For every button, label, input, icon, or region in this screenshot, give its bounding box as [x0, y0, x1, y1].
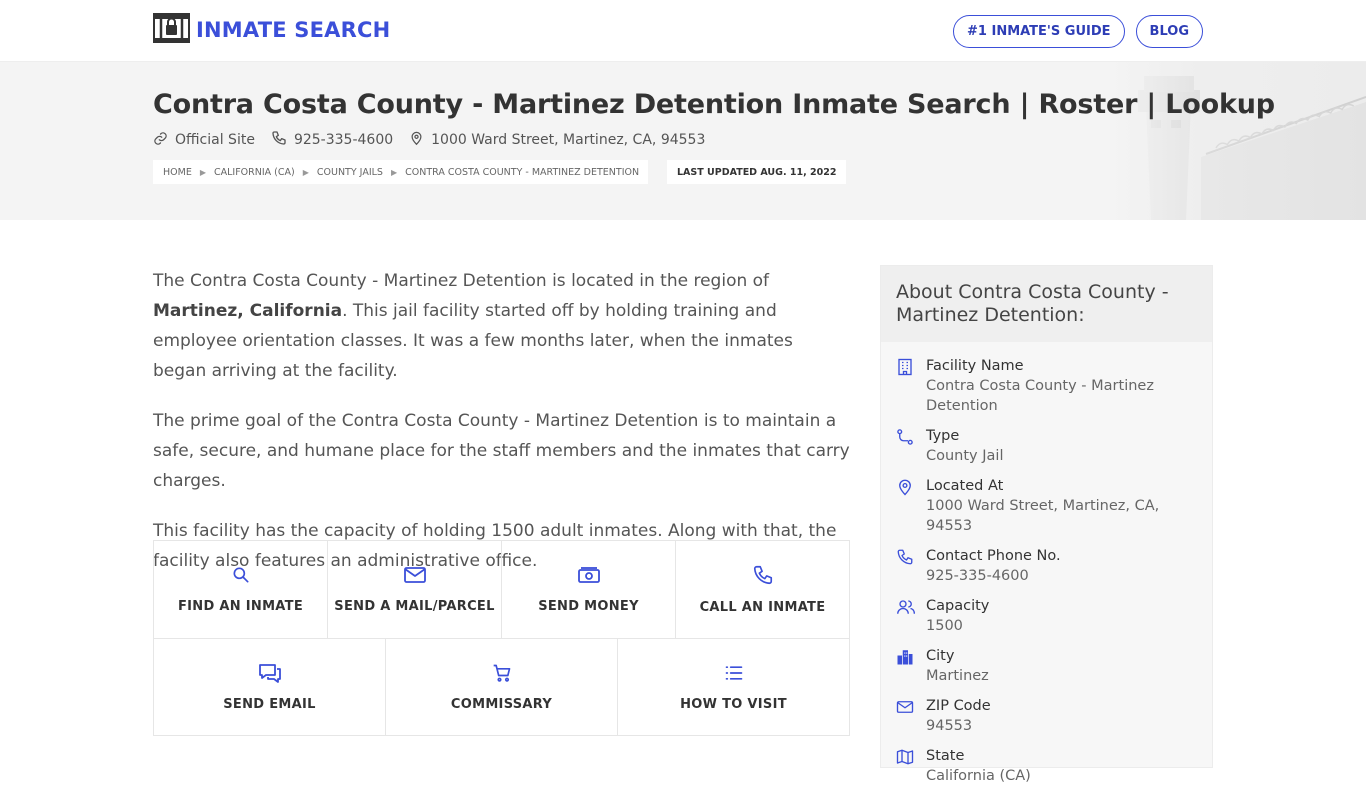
page-title: Contra Costa County - Martinez Detention…: [153, 89, 1275, 120]
info-label: City: [926, 648, 955, 664]
location-pin-icon: [409, 130, 424, 150]
brand-name: INMATE SEARCH: [196, 18, 391, 42]
official-site-label: Official Site: [175, 132, 255, 148]
money-icon: [577, 565, 601, 589]
info-label: Contact Phone No.: [926, 548, 1061, 564]
link-icon: [153, 131, 168, 150]
top-navbar: INMATE SEARCH #1 INMATE'S GUIDE BLOG: [0, 0, 1366, 62]
send-email-label: SEND EMAIL: [223, 697, 316, 712]
send-money-label: SEND MONEY: [538, 599, 639, 614]
breadcrumb-current[interactable]: CONTRA COSTA COUNTY - MARTINEZ DETENTION: [405, 167, 639, 178]
goal-paragraph: The prime goal of the Contra Costa Count…: [153, 411, 850, 491]
call-inmate-action[interactable]: CALL AN INMATE: [676, 541, 849, 638]
address-item: 1000 Ward Street, Martinez, CA, 94553: [409, 130, 705, 150]
info-value: 94553: [926, 718, 973, 734]
inmates-guide-button[interactable]: #1 INMATE'S GUIDE: [953, 15, 1125, 48]
info-value: Martinez: [926, 668, 989, 684]
mail-icon: [403, 565, 427, 589]
info-value: 1500: [926, 618, 963, 634]
main-nav: #1 INMATE'S GUIDE BLOG: [953, 15, 1203, 48]
info-value: California (CA): [926, 768, 1031, 784]
facility-meta: Official Site 925-335-4600 1000 Ward Str…: [153, 130, 721, 150]
prison-tower-illustration: [1106, 62, 1366, 220]
last-updated-badge: LAST UPDATED AUG. 11, 2022: [667, 160, 847, 184]
route-icon: [896, 426, 915, 466]
info-label: Located At: [926, 478, 1004, 494]
info-label: Facility Name: [926, 358, 1024, 374]
info-label: ZIP Code: [926, 698, 991, 714]
info-value: Contra Costa County - Martinez Detention: [926, 378, 1154, 414]
chat-icon: [258, 663, 282, 687]
how-to-visit-label: HOW TO VISIT: [680, 697, 787, 712]
find-inmate-action[interactable]: FIND AN INMATE: [154, 541, 328, 638]
call-inmate-label: CALL AN INMATE: [699, 600, 826, 615]
info-contact-phone: Contact Phone No. 925-335-4600: [896, 546, 1197, 586]
address-text: 1000 Ward Street, Martinez, CA, 94553: [431, 132, 706, 148]
breadcrumb-county-jails[interactable]: COUNTY JAILS: [317, 167, 383, 178]
mail-icon: [896, 696, 915, 736]
find-inmate-label: FIND AN INMATE: [177, 599, 304, 614]
info-state: State California (CA): [896, 746, 1197, 786]
info-label: Capacity: [926, 598, 990, 614]
phone-link[interactable]: 925-335-4600: [271, 130, 393, 150]
info-zip-code: ZIP Code 94553: [896, 696, 1197, 736]
phone-icon: [896, 546, 915, 586]
send-email-action[interactable]: SEND EMAIL: [154, 639, 386, 736]
send-mail-action[interactable]: SEND A MAIL/PARCEL: [328, 541, 502, 638]
users-icon: [896, 596, 915, 636]
info-label: Type: [926, 428, 960, 444]
info-value: County Jail: [926, 448, 1004, 464]
cart-icon: [492, 663, 512, 687]
sidebar-title: About Contra Costa County - Martinez Det…: [881, 266, 1212, 342]
building-icon: [896, 356, 915, 416]
list-icon: [724, 663, 744, 687]
phone-number: 925-335-4600: [293, 132, 394, 148]
facility-info-sidebar: About Contra Costa County - Martinez Det…: [880, 265, 1213, 784]
caret-right-icon: ▶: [390, 167, 398, 177]
info-value: 925-335-4600: [926, 568, 1029, 584]
info-city: City Martinez: [896, 646, 1197, 686]
intro-location-bold: Martinez, California: [153, 301, 343, 321]
brand-logo-link[interactable]: INMATE SEARCH: [153, 13, 390, 47]
map-icon: [896, 746, 915, 786]
info-located-at: Located At 1000 Ward Street, Martinez, C…: [896, 476, 1197, 536]
action-grid: FIND AN INMATE SEND A MAIL/PARCEL SEND M…: [153, 540, 850, 736]
location-icon: [896, 476, 915, 536]
send-money-action[interactable]: SEND MONEY: [502, 541, 676, 638]
phone-icon: [271, 130, 287, 150]
blog-button[interactable]: BLOG: [1135, 15, 1203, 48]
jail-logo-icon: [153, 13, 190, 47]
search-icon: [231, 565, 251, 589]
info-facility-name: Facility Name Contra Costa County - Mart…: [896, 356, 1197, 416]
how-to-visit-action[interactable]: HOW TO VISIT: [618, 639, 849, 736]
info-label: State: [926, 748, 965, 764]
commissary-label: COMMISSARY: [450, 697, 553, 712]
commissary-action[interactable]: COMMISSARY: [386, 639, 618, 736]
caret-right-icon: ▶: [302, 167, 309, 177]
official-site-link[interactable]: Official Site: [153, 131, 255, 150]
breadcrumb-home[interactable]: HOME: [163, 167, 192, 178]
city-icon: [896, 646, 915, 686]
info-value: 1000 Ward Street, Martinez, CA, 94553: [926, 498, 1160, 534]
facility-info-list: Facility Name Contra Costa County - Mart…: [881, 342, 1212, 786]
phone-icon: [752, 564, 774, 590]
caret-right-icon: ▶: [199, 167, 206, 177]
send-mail-label: SEND A MAIL/PARCEL: [334, 599, 495, 614]
intro-paragraph: The Contra Costa County - Martinez Deten…: [153, 266, 850, 386]
breadcrumb: HOME ▶ CALIFORNIA (CA) ▶ COUNTY JAILS ▶ …: [153, 160, 649, 184]
breadcrumb-california[interactable]: CALIFORNIA (CA): [214, 167, 295, 178]
info-type: Type County Jail: [896, 426, 1197, 466]
intro-text-start: The Contra Costa County - Martinez Deten…: [153, 271, 770, 291]
info-capacity: Capacity 1500: [896, 596, 1197, 636]
